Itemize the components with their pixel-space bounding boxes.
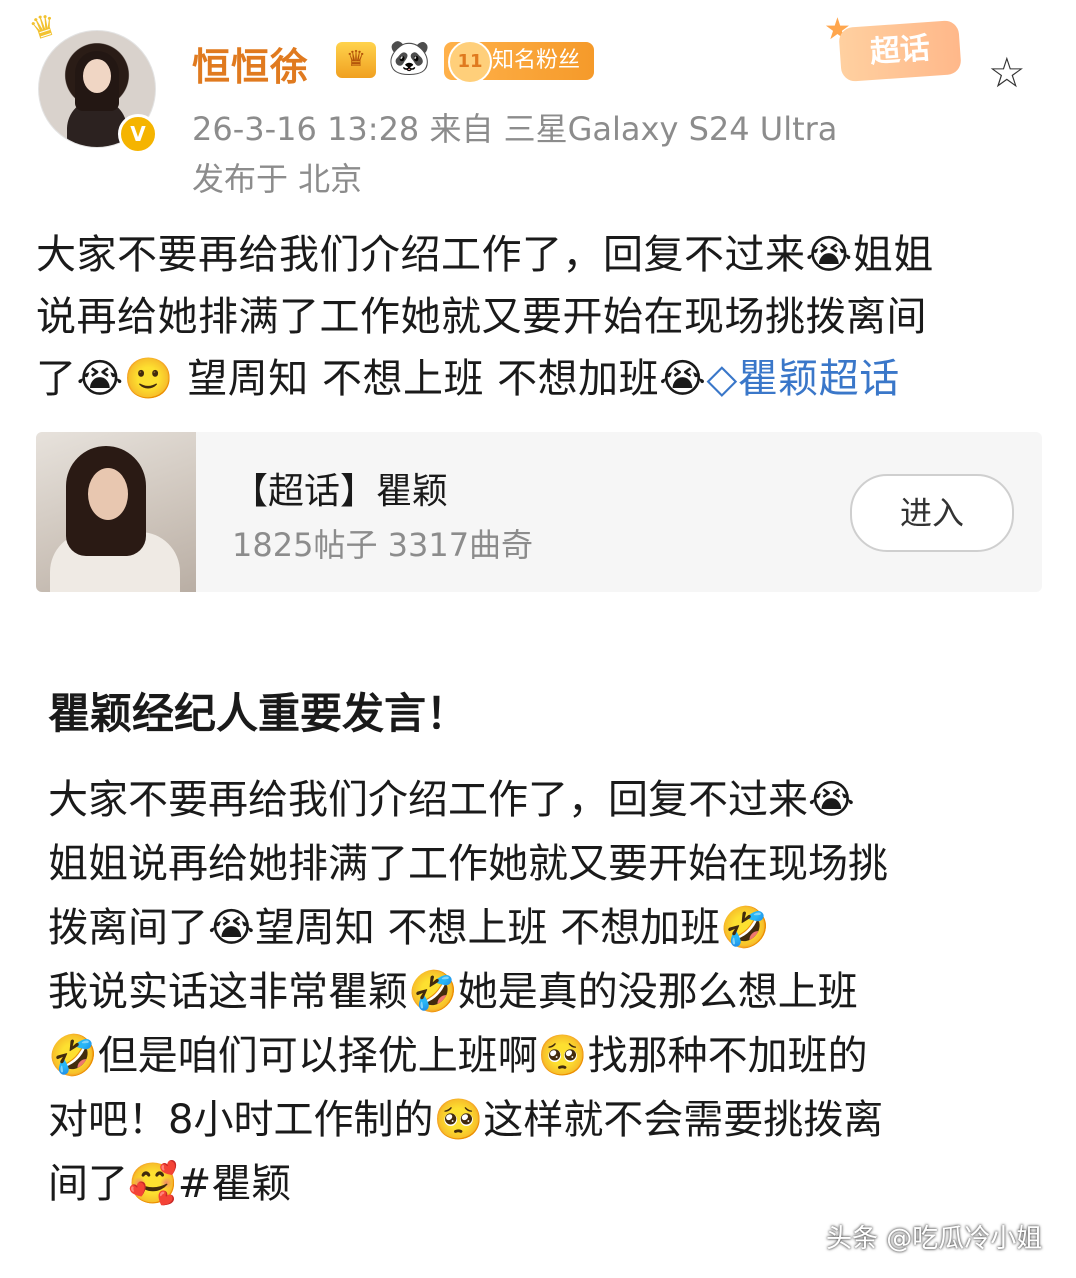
star-icon[interactable]: ☆ [988,48,1026,97]
post-location: 发布于 北京 [192,160,363,198]
supertopic-link[interactable]: ◇瞿颖超话 [706,356,899,402]
article-line: 间了🥰#瞿颖 [48,1161,292,1207]
article-line: 我说实话这非常瞿颖🤣她是真的没那么想上班 [48,969,858,1015]
panda-icon[interactable]: 🐼 [388,38,430,78]
article-title: 瞿颖经纪人重要发言！ [48,689,469,738]
article-line: 拨离间了😭望周知 不想上班 不想加班🤣 [48,905,770,951]
supertopic-badge[interactable]: 超话 [838,19,962,83]
supertopic-title: 【超话】瞿颖 [232,471,449,512]
supertopic-cover-image [36,432,196,592]
supertopic-stats: 1825帖子 3317曲奇 [232,526,534,564]
vip-icon[interactable]: ♛ [336,42,376,78]
fan-level-icon: 11 [448,40,492,84]
supertopic-card[interactable]: 【超话】瞿颖 1825帖子 3317曲奇 进入 [36,432,1042,592]
post-text: 大家不要再给我们介绍工作了，回复不过来😭姐姐 说再给她排满了工作她就又要开始在现… [36,224,1046,410]
username[interactable]: 恒恒徐 [192,36,309,91]
post-line: 大家不要再给我们介绍工作了，回复不过来😭姐姐 [36,232,934,278]
watermark: 头条 @吃瓜冷小姐 [826,1224,1043,1254]
article-line: 🤣但是咱们可以择优上班啊🥺找那种不加班的 [48,1033,868,1079]
post-line: 说再给她排满了工作她就又要开始在现场挑拨离间 [36,294,927,340]
post-line-text: 了😭🙂 望周知 不想上班 不想加班😭 [36,356,707,402]
enter-button[interactable]: 进入 [850,474,1014,552]
fan-badge-label: 知名粉丝 [492,48,581,73]
verified-icon: V [118,114,158,154]
article-line: 大家不要再给我们介绍工作了，回复不过来😭 [48,777,855,823]
post-meta: 26-3-16 13:28 来自 三星Galaxy S24 Ultra [192,110,838,148]
article-line: 对吧！8小时工作制的🥺这样就不会需要挑拨离 [48,1097,884,1143]
post-line: 了😭🙂 望周知 不想上班 不想加班😭◇瞿颖超话 [36,348,1046,410]
article-body: 大家不要再给我们介绍工作了，回复不过来😭 姐姐说再给她排满了工作她就又要开始在现… [48,768,1038,1216]
article-line: 姐姐说再给她排满了工作她就又要开始在现场挑 [48,841,888,887]
